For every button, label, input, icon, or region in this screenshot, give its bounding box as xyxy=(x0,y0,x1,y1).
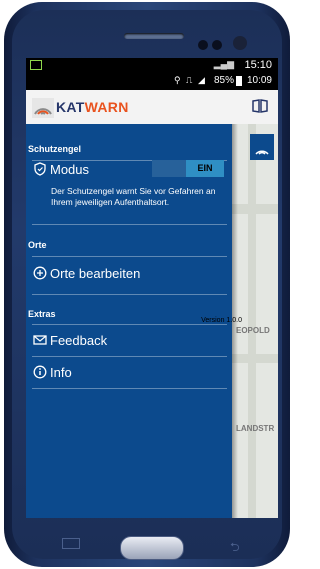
signal-icon: ▂▄▆ xyxy=(213,59,234,69)
mail-icon xyxy=(33,335,47,345)
network-4g-icon: ◢ xyxy=(198,75,205,85)
info-icon xyxy=(33,365,47,379)
modus-description: Der Schutzengel warnt Sie vor Gefahren a… xyxy=(51,186,216,207)
orte-bearbeiten-item[interactable]: Orte bearbeiten xyxy=(26,257,232,287)
shield-icon xyxy=(34,162,46,176)
modus-label: Modus xyxy=(50,162,90,177)
map-road xyxy=(232,354,278,363)
earpiece-speaker xyxy=(124,33,184,39)
battery-level: 85% xyxy=(213,75,234,86)
section-header-extras: Extras xyxy=(28,309,56,319)
status-row-top: ▂▄▆ 15:10 xyxy=(26,58,278,74)
orte-bearbeiten-label: Orte bearbeiten xyxy=(50,266,141,281)
status-time: 10:09 xyxy=(246,75,272,86)
map-road xyxy=(248,124,256,518)
map-layer-icon[interactable] xyxy=(250,134,274,160)
section-header-orte: Orte xyxy=(28,240,47,250)
status-row-bottom: ⚲ ⎍ ◢ 85% 10:09 xyxy=(26,74,278,90)
back-hardware-button[interactable]: ⮌ xyxy=(230,538,240,559)
version-label: Version 1.0.0 xyxy=(201,317,242,324)
status-time-top: 15:10 xyxy=(244,59,272,71)
home-hardware-button[interactable] xyxy=(120,536,184,560)
proximity-sensor xyxy=(212,40,222,50)
battery-icon xyxy=(236,76,242,86)
sensor-lens xyxy=(233,36,247,50)
front-camera xyxy=(198,40,208,50)
divider xyxy=(32,294,227,295)
info-item[interactable]: Info xyxy=(26,357,232,387)
info-label: Info xyxy=(50,365,72,380)
status-bar: ▂▄▆ 15:10 ⚲ ⎍ ◢ 85% 10:09 xyxy=(26,58,278,90)
vibrate-icon: ⎍ xyxy=(186,75,193,85)
screen: ▂▄▆ 15:10 ⚲ ⎍ ◢ 85% 10:09 KATWARN EOPOLD… xyxy=(26,58,278,518)
feedback-label: Feedback xyxy=(50,333,108,348)
divider xyxy=(32,388,227,389)
download-icon xyxy=(30,60,42,70)
section-header-schutzengel: Schutzengel xyxy=(28,144,82,154)
book-icon[interactable] xyxy=(252,99,268,113)
feedback-item[interactable]: Feedback xyxy=(26,325,232,355)
modus-toggle[interactable]: EIN xyxy=(152,160,224,177)
logo-part-warn: WARN xyxy=(84,99,129,115)
logo-part-kat: KAT xyxy=(56,99,85,115)
app-logo-text: KATWARN xyxy=(56,99,129,115)
katwarn-logo-icon xyxy=(32,98,54,118)
divider xyxy=(32,224,227,225)
location-icon: ⚲ xyxy=(174,75,181,85)
add-circle-icon xyxy=(33,266,47,280)
map-label: LANDSTR xyxy=(236,424,275,433)
map-label: EOPOLD xyxy=(236,326,270,335)
toggle-on-label: EIN xyxy=(186,160,224,177)
menu-hardware-button[interactable] xyxy=(62,538,80,549)
